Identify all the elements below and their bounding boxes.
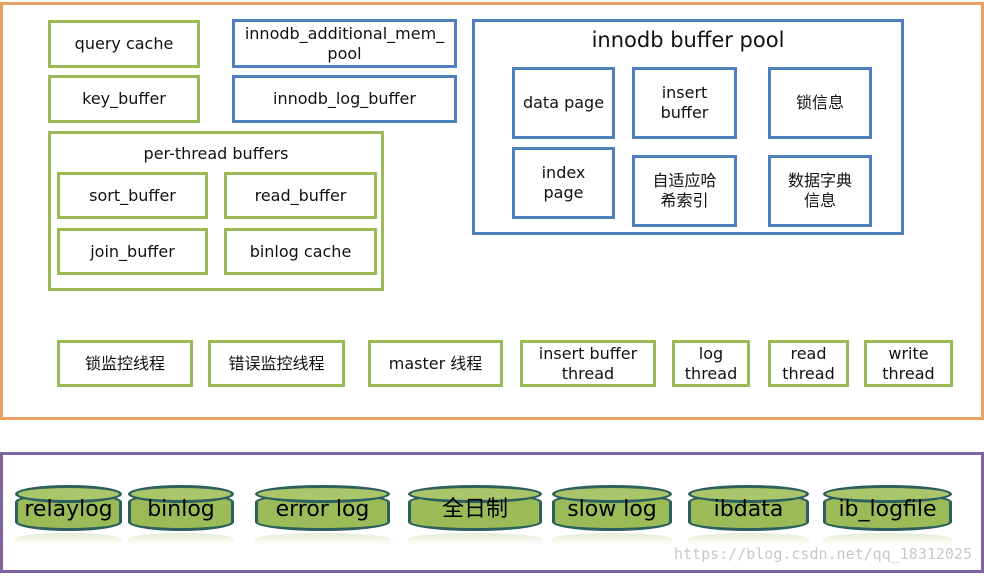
thread-error-monitor: 错误监控线程 xyxy=(208,340,345,387)
label: insert buffer thread xyxy=(538,343,638,383)
label: 锁监控线程 xyxy=(84,353,165,373)
file-binlog: binlog xyxy=(128,485,234,545)
thread-insert-buffer: insert buffer thread xyxy=(520,340,656,387)
label: index page xyxy=(541,163,586,202)
thread-log: log thread xyxy=(672,340,750,387)
index-page-box: index page xyxy=(512,147,615,219)
label: insert buffer xyxy=(660,83,709,122)
label: query cache xyxy=(74,34,174,53)
label: innodb_log_buffer xyxy=(273,89,416,108)
label: key_buffer xyxy=(82,89,166,108)
file-slow-log: slow log xyxy=(552,485,672,545)
key-buffer-box: key_buffer xyxy=(48,75,200,123)
thread-lock-monitor: 锁监控线程 xyxy=(57,340,193,387)
watermark: https://blog.csdn.net/qq_18312025 xyxy=(673,545,972,563)
innodb-additional-mem-pool-box: innodb_additional_mem_pool xyxy=(232,19,457,68)
file-ib-logfile: ib_logfile xyxy=(823,485,952,545)
label: ibdata xyxy=(713,497,784,522)
label: binlog cache xyxy=(249,241,352,261)
join-buffer-box: join_buffer xyxy=(57,228,208,275)
file-general-log: 全日制 xyxy=(408,485,542,545)
label: write thread xyxy=(882,343,935,383)
label: relaylog xyxy=(24,497,113,522)
label: master 线程 xyxy=(388,353,483,373)
label: data page xyxy=(522,93,605,112)
label: log thread xyxy=(684,343,738,383)
label: join_buffer xyxy=(90,241,175,261)
thread-read: read thread xyxy=(768,340,849,387)
label: 自适应哈希索引 xyxy=(652,171,717,210)
file-error-log: error log xyxy=(255,485,390,545)
label: read thread xyxy=(782,343,835,383)
label: error log xyxy=(275,497,370,522)
label: slow log xyxy=(567,497,657,522)
label: 错误监控线程 xyxy=(228,353,325,373)
sort-buffer-box: sort_buffer xyxy=(57,172,208,219)
thread-master: master 线程 xyxy=(368,340,503,387)
adaptive-hash-index-box: 自适应哈希索引 xyxy=(632,155,737,227)
label: 数据字典信息 xyxy=(787,171,852,210)
file-relaylog: relaylog xyxy=(15,485,122,545)
thread-write: write thread xyxy=(864,340,953,387)
query-cache-box: query cache xyxy=(48,20,200,68)
label: ib_logfile xyxy=(838,497,937,522)
lock-info-box: 锁信息 xyxy=(768,67,872,139)
label: binlog xyxy=(147,497,215,522)
insert-buffer-box: insert buffer xyxy=(632,67,737,139)
label: innodb_additional_mem_pool xyxy=(244,23,445,63)
label: 全日制 xyxy=(441,497,508,522)
file-ibdata: ibdata xyxy=(688,485,809,545)
data-page-box: data page xyxy=(512,67,615,139)
title: innodb buffer pool xyxy=(591,28,785,52)
label: read_buffer xyxy=(254,185,347,205)
label: sort_buffer xyxy=(89,185,176,205)
label: 锁信息 xyxy=(795,93,844,112)
data-dictionary-box: 数据字典信息 xyxy=(768,155,872,227)
innodb-log-buffer-box: innodb_log_buffer xyxy=(232,75,457,123)
read-buffer-box: read_buffer xyxy=(224,172,377,219)
binlog-cache-box: binlog cache xyxy=(224,228,377,275)
title: per-thread buffers xyxy=(143,144,289,163)
